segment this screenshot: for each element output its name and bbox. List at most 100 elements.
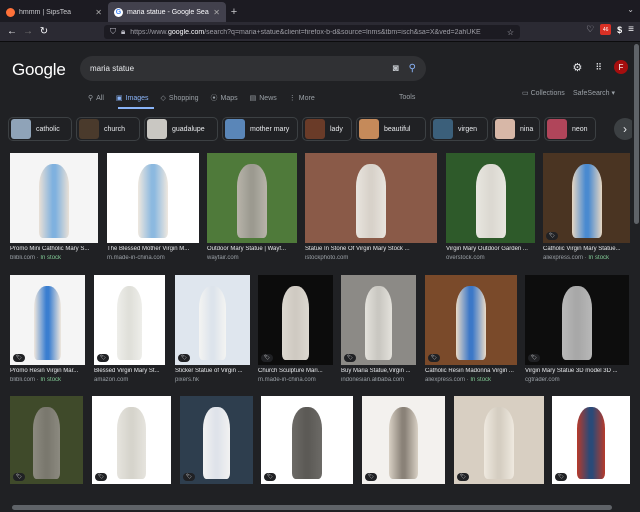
result-thumbnail[interactable] <box>341 275 416 365</box>
camera-icon[interactable]: ◙ <box>393 63 399 74</box>
image-result[interactable]: 🏷︎ <box>92 396 171 508</box>
forward-arrow-icon[interactable]: → <box>20 24 36 40</box>
result-title[interactable]: Sticker Statue of Virgin ... <box>175 368 250 374</box>
back-arrow-icon[interactable]: ← <box>4 24 20 40</box>
search-icon[interactable]: ⚲ <box>409 63 416 74</box>
google-logo[interactable]: Google <box>12 60 66 80</box>
image-result[interactable]: Outdoor Mary Statue | Wayf... wayfair.com <box>207 153 297 267</box>
ublock-extension-icon[interactable]: 46 <box>600 24 612 35</box>
shield-icon[interactable]: ⛉ <box>110 27 116 37</box>
result-thumbnail[interactable] <box>552 396 630 484</box>
chip-6[interactable]: virgen <box>430 117 488 141</box>
tab-shopping[interactable]: ◇ Shopping <box>161 94 199 103</box>
result-thumbnail[interactable] <box>525 275 629 365</box>
apps-grid-icon[interactable]: ⠿ <box>595 62 602 73</box>
chip-1[interactable]: church <box>76 117 140 141</box>
address-bar[interactable]: ⛉ 🔒︎ https://www.google.com/search?q=mar… <box>104 25 520 39</box>
result-thumbnail[interactable] <box>175 275 250 365</box>
avatar[interactable]: F <box>614 60 628 74</box>
dollar-extension-icon[interactable]: $ <box>617 25 622 35</box>
result-thumbnail[interactable] <box>94 275 165 365</box>
tab-images[interactable]: ▣ Images <box>116 94 149 103</box>
image-result[interactable]: 🏷︎ <box>454 396 544 508</box>
image-result[interactable]: Blessed Virgin Mary St... amazon.com 🏷︎ <box>94 275 165 389</box>
chip-5[interactable]: beautiful <box>356 117 426 141</box>
pocket-icon[interactable]: ♡ <box>586 24 594 35</box>
result-title[interactable]: Virgin Mary Statue 3D model 3D ... <box>525 368 629 374</box>
result-title[interactable]: Church Sculpture Mari... <box>258 368 333 374</box>
image-result[interactable]: 🏷︎ <box>362 396 445 508</box>
chip-8[interactable]: neon <box>544 117 596 141</box>
search-input[interactable]: maria statue <box>90 64 134 73</box>
hamburger-menu-icon[interactable]: ≡ <box>628 24 634 35</box>
result-thumbnail[interactable] <box>454 396 544 484</box>
result-thumbnail[interactable] <box>543 153 630 243</box>
image-result[interactable]: The Blessed Mother Virgin M... m.made-in-… <box>107 153 199 267</box>
result-title[interactable]: Catholic Resin Madonna Virgin ... <box>425 368 517 374</box>
bookmark-star-icon[interactable]: ☆ <box>507 28 514 37</box>
result-thumbnail[interactable] <box>362 396 445 484</box>
tab-maps[interactable]: ⦿ Maps <box>211 93 238 103</box>
related-chips: catholic church guadalupe mother mary lady be… <box>8 117 624 143</box>
image-result[interactable]: Catholic Resin Madonna Virgin ... aliexpr… <box>425 275 517 389</box>
image-result[interactable]: Sticker Statue of Virgin ... pixers.hk 🏷︎ <box>175 275 250 389</box>
result-title[interactable]: The Blessed Mother Virgin M... <box>107 246 199 252</box>
result-thumbnail[interactable] <box>207 153 297 243</box>
search-box[interactable]: maria statue ◙ ⚲ <box>80 56 426 81</box>
result-thumbnail[interactable] <box>92 396 171 484</box>
result-title[interactable]: Outdoor Mary Statue | Wayf... <box>207 246 297 252</box>
browser-tab-google[interactable]: G maria statue - Google Search ✕ <box>108 2 226 22</box>
list-tabs-chevron-icon[interactable]: ⌄ <box>627 5 634 14</box>
reload-icon[interactable]: ↻ <box>36 24 52 40</box>
result-title[interactable]: Buy Maria Statue,Virgin ... <box>341 368 416 374</box>
image-result[interactable]: Virgin Mary Outdoor Garden ... overstock.… <box>446 153 535 267</box>
settings-gear-icon[interactable]: ⚙ <box>573 61 583 74</box>
product-tag-icon: 🏷︎ <box>344 354 356 362</box>
result-title[interactable]: Promo Mini Catholic Mary S... <box>10 246 98 252</box>
tab-more[interactable]: ⋮ More <box>289 94 315 103</box>
image-result[interactable]: 🏷︎ <box>10 396 83 508</box>
chip-3[interactable]: mother mary <box>222 117 298 141</box>
new-tab-button[interactable]: + <box>226 2 242 22</box>
chip-2[interactable]: guadalupe <box>144 117 218 141</box>
image-result[interactable]: Church Sculpture Mari... m.made-in-china.… <box>258 275 333 389</box>
lock-icon[interactable]: 🔒︎ <box>121 27 125 37</box>
image-result[interactable]: Buy Maria Statue,Virgin ... indonesian.al… <box>341 275 416 389</box>
result-thumbnail[interactable] <box>180 396 253 484</box>
image-result[interactable]: Promo Mini Catholic Mary S... blibli.com … <box>10 153 98 267</box>
result-thumbnail[interactable] <box>10 396 83 484</box>
result-thumbnail[interactable] <box>10 275 85 365</box>
safesearch-dropdown[interactable]: SafeSearch ▾ <box>573 89 615 97</box>
chip-4[interactable]: lady <box>302 117 352 141</box>
browser-tab-sipstea[interactable]: hmmm | SipsTea ✕ <box>0 2 108 22</box>
image-result[interactable]: Statue In Stone Of Virgin Mary Stock ...… <box>305 153 437 267</box>
image-result[interactable]: Catholic Virgin Mary Statue... aliexpress… <box>543 153 630 267</box>
image-result[interactable]: Promo Resin Virgin Mar... blibli.com · In… <box>10 275 85 389</box>
tab-news[interactable]: ▤ News <box>250 94 277 103</box>
image-result[interactable]: 🏷︎ <box>261 396 353 508</box>
result-thumbnail[interactable] <box>425 275 517 365</box>
result-thumbnail[interactable] <box>258 275 333 365</box>
result-thumbnail[interactable] <box>305 153 437 243</box>
close-tab-icon[interactable]: ✕ <box>95 8 102 17</box>
horizontal-scrollbar-thumb[interactable] <box>12 505 612 510</box>
result-title[interactable]: Statue In Stone Of Virgin Mary Stock ... <box>305 246 437 252</box>
image-result[interactable]: Virgin Mary Statue 3D model 3D ... cgtrad… <box>525 275 629 389</box>
chip-0[interactable]: catholic <box>8 117 72 141</box>
scrollbar-thumb[interactable] <box>634 44 639 224</box>
result-title[interactable]: Blessed Virgin Mary St... <box>94 368 165 374</box>
chip-7[interactable]: nina <box>492 117 540 141</box>
close-tab-icon[interactable]: ✕ <box>213 8 220 17</box>
result-thumbnail[interactable] <box>107 153 199 243</box>
result-title[interactable]: Catholic Virgin Mary Statue... <box>543 246 630 252</box>
tab-all[interactable]: ⚲ All <box>88 94 104 103</box>
result-thumbnail[interactable] <box>10 153 98 243</box>
result-thumbnail[interactable] <box>446 153 535 243</box>
result-title[interactable]: Promo Resin Virgin Mar... <box>10 368 85 374</box>
image-result[interactable]: 🏷︎ <box>552 396 630 508</box>
tools-button[interactable]: Tools <box>399 94 415 101</box>
result-thumbnail[interactable] <box>261 396 353 484</box>
image-result[interactable]: 🏷︎ <box>180 396 253 508</box>
result-title[interactable]: Virgin Mary Outdoor Garden ... <box>446 246 535 252</box>
collections-button[interactable]: ▭ Collections <box>522 89 565 97</box>
